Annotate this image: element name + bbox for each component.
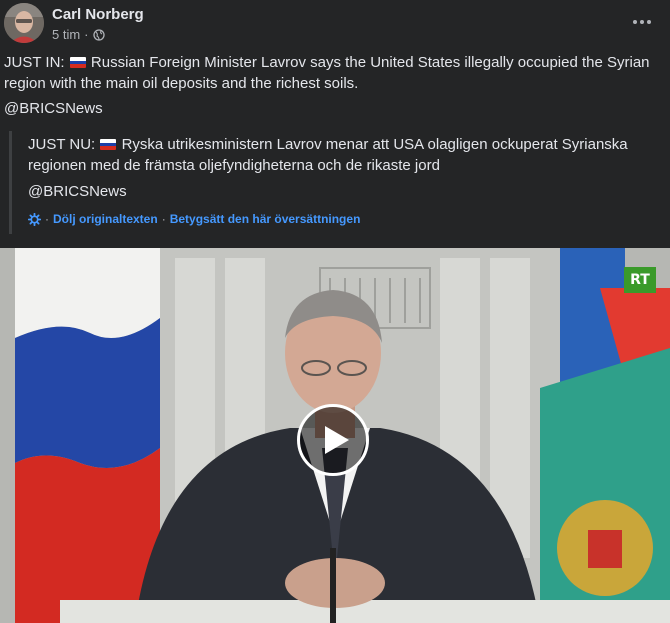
translation-text: JUST NU: Ryska utrikesministern Lavrov m… <box>28 134 648 176</box>
globe-icon <box>92 28 105 41</box>
channel-logo: RT <box>624 267 656 293</box>
avatar[interactable] <box>4 3 44 43</box>
more-options-icon[interactable] <box>628 10 656 34</box>
translation-block: JUST NU: Ryska utrikesministern Lavrov m… <box>9 131 662 234</box>
hide-original-link[interactable]: Dölj originaltexten <box>53 212 158 226</box>
translation-links: · Dölj originaltexten · Betygsätt den hä… <box>27 212 361 226</box>
rate-translation-link[interactable]: Betygsätt den här översättningen <box>170 212 361 226</box>
play-button[interactable] <box>297 404 369 476</box>
video-player[interactable]: RT <box>0 248 670 623</box>
post-text: JUST IN: Russian Foreign Minister Lavrov… <box>4 52 664 94</box>
meta-separator: · <box>84 27 89 42</box>
post-text-body: Russian Foreign Minister Lavrov says the… <box>4 54 650 92</box>
post-timestamp[interactable]: 5 tim <box>52 27 80 42</box>
link-separator: · <box>45 212 49 226</box>
russia-flag-icon <box>69 57 86 68</box>
translation-text-prefix: JUST NU: <box>28 136 96 153</box>
translation-handle[interactable]: @BRICSNews <box>28 183 127 200</box>
post-handle[interactable]: @BRICSNews <box>4 100 103 117</box>
russia-flag-icon <box>100 139 117 150</box>
translation-text-body: Ryska utrikesministern Lavrov menar att … <box>28 136 628 174</box>
post-meta: 5 tim · <box>52 27 105 42</box>
gear-icon[interactable] <box>27 212 42 226</box>
author-name[interactable]: Carl Norberg <box>52 6 144 23</box>
post-text-prefix: JUST IN: <box>4 54 65 71</box>
post-header: Carl Norberg 5 tim · <box>0 0 670 48</box>
play-icon <box>325 426 349 454</box>
link-separator: · <box>161 212 166 226</box>
